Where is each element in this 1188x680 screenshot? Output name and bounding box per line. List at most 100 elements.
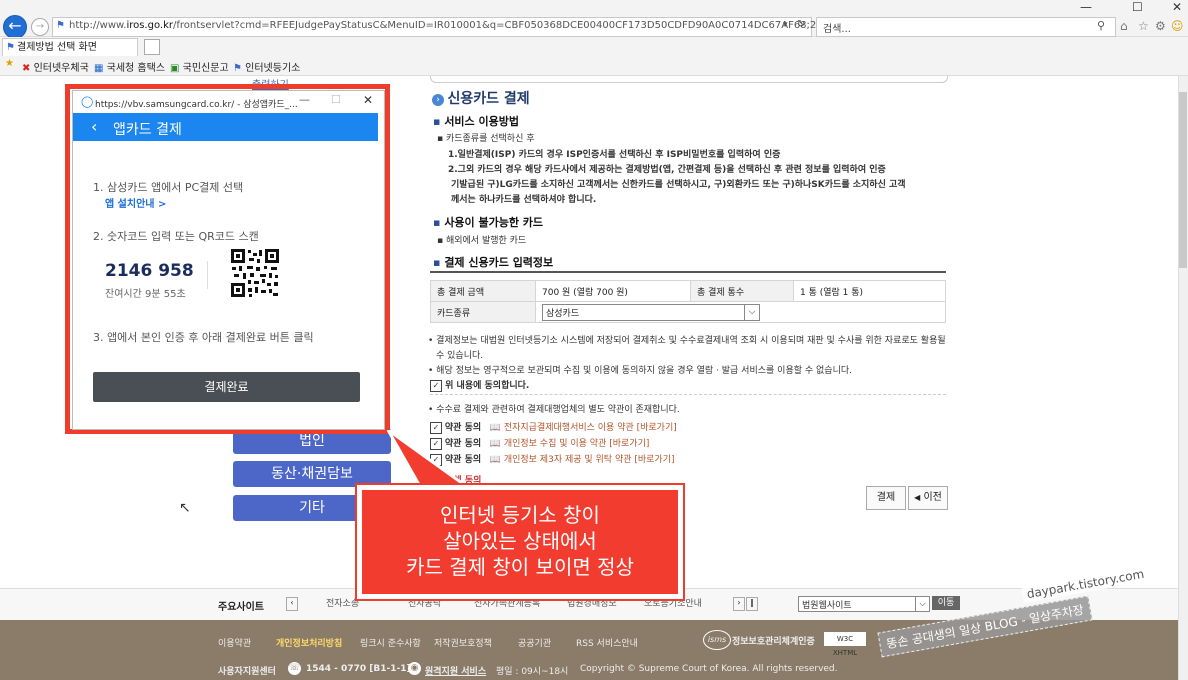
favorites-icon[interactable]: ☆	[1138, 19, 1149, 33]
term-link[interactable]: 개인정보 제3자 제공 및 위탁 약관 [바로가기]	[504, 455, 675, 465]
footer-link-rules[interactable]: 링크시 준수사항	[360, 636, 421, 649]
close-icon[interactable]: ✕	[1172, 0, 1182, 14]
unavailable-heading: ▪ 사용이 불가능한 카드	[433, 214, 543, 230]
maximize-icon[interactable]: ☐	[1132, 0, 1143, 14]
usage-step-2c: 께서는 하나카드를 선택하셔야 합니다.	[451, 195, 597, 205]
usage-step-1: 1.일반결제(ISP) 카드의 경우 ISP인증서를 선택하신 후 ISP비밀번…	[448, 150, 781, 160]
bookmark-epost[interactable]: ✖ 인터넷우체국	[22, 59, 89, 74]
back-chevron-icon[interactable]: ‹	[91, 117, 97, 136]
agree-checkbox[interactable]: ✓	[430, 379, 442, 392]
main-sites-label: 주요사이트	[218, 602, 264, 613]
notice-1a: • 결제정보는 대법원 인터넷등기소 시스템에 저장되어 결제취소 및 수수료결…	[428, 336, 946, 346]
agree-label: 위 내용에 동의합니다.	[445, 381, 530, 391]
watermark-blog: 똥손 공대생의 일상 BLOG - 일상주차장	[877, 595, 1093, 658]
annotation-line-3: 카드 결제 창이 보이면 정상	[406, 555, 634, 579]
site-link[interactable]: 전자소송	[326, 596, 359, 609]
menu-movable-collateral[interactable]: 동산·채권담보	[233, 461, 391, 487]
forward-button[interactable]: →	[31, 18, 49, 36]
isms-logo-icon: isms	[703, 630, 731, 650]
payment-complete-button[interactable]: 결제완료	[93, 372, 360, 402]
bookmark-label: 인터넷우체국	[33, 63, 89, 74]
chevron-left-icon[interactable]: ‹	[286, 597, 298, 611]
address-bar[interactable]: ⚑ http://www.iros.go.kr/frontservlet?cmd…	[52, 17, 974, 37]
bookmark-hometax[interactable]: ▦ 국세청 홈택스	[94, 59, 165, 74]
favorites-star-icon[interactable]: ★	[5, 58, 14, 69]
top-box-edge	[430, 76, 948, 83]
footer-link-public[interactable]: 공공기관	[518, 636, 551, 649]
heading-marker-icon: ▪	[433, 216, 441, 229]
annotation-callout: 인터넷 등기소 창이 살아있는 상태에서 카드 결제 창이 보이면 정상	[355, 483, 685, 601]
remote-support-icon: ◉	[408, 662, 421, 675]
smiley-icon[interactable]: ☺	[1171, 19, 1184, 33]
minimize-icon[interactable]: —	[1080, 0, 1092, 14]
notice-1a-text: 결제정보는 대법원 인터넷등기소 시스템에 저장되어 결제취소 및 수수료결제내…	[436, 336, 946, 346]
term-link[interactable]: 전자지급결제대행서비스 이용 약관 [바로가기]	[504, 423, 677, 433]
blog-watermark: daypark.tistory.com 똥손 공대생의 일상 BLOG - 일상…	[877, 565, 1168, 658]
chevron-down-icon[interactable]: ⌵	[744, 304, 759, 320]
minimize-icon[interactable]: —	[299, 93, 310, 106]
bookmark-epeople[interactable]: ▣ 국민신문고	[170, 59, 229, 74]
remaining-time: 잔여시간 9분 55초	[105, 289, 186, 300]
footer-link-terms[interactable]: 이용약관	[218, 636, 251, 649]
mouse-cursor-icon: ↖	[179, 500, 191, 516]
notice-1b: 수 있습니다.	[436, 351, 484, 361]
bookmark-label: 인터넷등기소	[245, 63, 301, 74]
popup-window-title: https://vbv.samsungcard.co.kr/ - 삼성앱카드_.…	[95, 100, 298, 110]
footer-link-privacy[interactable]: 개인정보처리방침	[276, 636, 342, 649]
search-icon[interactable]: ⚲	[1097, 19, 1105, 32]
home-icon[interactable]: ⌂	[1120, 19, 1128, 33]
install-guide-link[interactable]: 앱 설치안내 >	[105, 195, 166, 210]
popup-header-title: 앱카드 결제	[113, 122, 182, 138]
usage-step-2b: 기발급된 구)LG카드를 소지하신 고객께서는 신한카드를 선택하시고, 구)외…	[451, 180, 906, 190]
usage-heading: ▪ 서비스 이용방법	[433, 113, 519, 129]
window-controls: — ☐ ✕	[1080, 0, 1185, 16]
bookmark-iros[interactable]: ⚑ 인터넷등기소	[233, 59, 300, 74]
footer-link-copyright[interactable]: 저작권보호정책	[434, 636, 492, 649]
agree-row[interactable]: ✓ 위 내용에 동의합니다.	[430, 378, 529, 392]
book-icon: 📖	[489, 455, 501, 465]
tab-payment-method[interactable]: ⚑ 결제방법 선택 화면	[2, 38, 138, 56]
ie-icon: ◯	[81, 95, 94, 108]
phone-icon: ☏	[288, 662, 301, 675]
pause-icon[interactable]: ‖	[746, 597, 758, 611]
maximize-icon[interactable]: ☐	[331, 93, 341, 106]
back-button[interactable]: ←	[3, 15, 27, 39]
unavailable-text-value: 해외에서 발행한 카드	[445, 236, 527, 246]
card-type-select[interactable]: 삼성카드 ⌵	[542, 303, 760, 321]
divider	[207, 261, 208, 289]
section-bullet-icon: ›	[432, 94, 444, 106]
unavailable-text: ▪ 해외에서 발행한 카드	[437, 236, 527, 246]
dropdown-icon[interactable]: ▾	[783, 20, 788, 30]
new-tab-button[interactable]	[144, 39, 160, 55]
total-amount-value: 700 원 (열람 700 원)	[535, 280, 691, 302]
section-header: › 신용카드 결제	[432, 88, 530, 108]
scrollbar-thumb[interactable]	[1179, 92, 1187, 268]
search-input[interactable]: 검색... ⚲	[816, 17, 1116, 37]
isms-label: 정보보호관리체계인증	[732, 637, 815, 647]
helpdesk-phone: 1544 - 0770 [B1-1-1]	[306, 664, 411, 674]
annotation-line-2: 살아있는 상태에서	[443, 529, 597, 553]
site-select-value: 법원웹사이트	[802, 601, 852, 611]
table-top-rule	[430, 271, 946, 273]
gear-icon[interactable]: ⚙	[1155, 19, 1166, 33]
total-amount-label: 총 결제 금액	[430, 280, 536, 302]
usage-intro: ▪ 카드종류를 선택하신 후	[437, 134, 535, 144]
annotation-text: 인터넷 등기소 창이 살아있는 상태에서 카드 결제 창이 보이면 정상	[362, 502, 678, 580]
footer-link-rss[interactable]: RSS 서비스안내	[576, 636, 638, 649]
prev-button[interactable]: ◀ 이전	[908, 486, 948, 510]
card-type-label: 카드종류	[430, 301, 536, 323]
helpdesk-hours: 평일 : 09시~18시	[496, 667, 569, 677]
pay-button[interactable]: 결제	[866, 486, 906, 510]
term-link[interactable]: 개인정보 수집 및 이용 약관 [바로가기]	[504, 439, 650, 449]
refresh-icon[interactable]: ↻	[797, 19, 805, 30]
chevron-right-icon[interactable]: ›	[733, 597, 745, 611]
heading-marker-icon: ▪	[433, 256, 441, 269]
step-2-text: 2. 숫자코드 입력 또는 QR코드 스캔	[93, 230, 259, 243]
popup-header: ‹ 앱카드 결제	[73, 113, 378, 141]
remote-support-link[interactable]: 원격지원 서비스	[425, 664, 486, 677]
total-count-value: 1 통 (열람 1 통)	[793, 280, 946, 302]
tab-bar	[0, 37, 1188, 57]
tab-favicon-icon: ⚑	[6, 42, 15, 53]
close-icon[interactable]: ✕	[363, 93, 373, 107]
card-type-cell: 삼성카드 ⌵	[535, 301, 946, 323]
